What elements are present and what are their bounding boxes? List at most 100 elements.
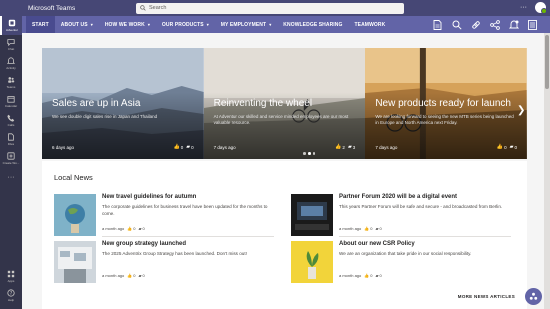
share-icon[interactable] <box>489 19 500 30</box>
slide-description: We see double digit sales rise in Japan … <box>52 114 158 119</box>
scrollbar-thumb[interactable] <box>545 35 549 89</box>
carousel-dot[interactable] <box>303 152 306 155</box>
link-icon[interactable] <box>470 19 481 30</box>
news-title[interactable]: New travel guidelines for autumn <box>102 194 196 200</box>
carousel-next-button[interactable]: ❯ <box>517 105 525 116</box>
slide-date: 7 days ago <box>213 145 236 150</box>
like-count: 0 <box>133 273 136 278</box>
chevron-down-icon: ▾ <box>90 22 93 27</box>
app-title: Microsoft Teams <box>28 4 76 12</box>
org-icon <box>8 19 16 27</box>
rail-label: Teams <box>6 85 16 89</box>
search-placeholder: Search <box>149 5 167 11</box>
rail-item-teams[interactable]: Teams <box>0 73 22 92</box>
main-content: Sales are up in Asia We see double digit… <box>22 33 544 309</box>
document-icon[interactable] <box>432 19 443 30</box>
news-item[interactable]: Partner Forum 2020 will be a digital eve… <box>291 194 511 238</box>
like-icon: 👍 <box>335 144 342 150</box>
rail-item-calls[interactable]: Calls <box>0 111 22 130</box>
nav-item-knowledge-sharing[interactable]: KNOWLEDGE SHARING <box>277 16 348 33</box>
panel-icon[interactable] <box>527 19 538 30</box>
divider <box>339 236 511 237</box>
slide-stats: 👍 2 ▰ 3 <box>332 144 355 150</box>
slide-stats: 👍 0 ▰ 0 <box>171 144 194 150</box>
news-meta: a month ago 👍 0 ▰ 0 <box>102 273 145 278</box>
nav-item-our-products[interactable]: OUR PRODUCTS ▾ <box>156 16 215 33</box>
create-icon <box>7 152 15 160</box>
comment-count: 0 <box>191 144 194 150</box>
bot-icon <box>529 292 538 300</box>
avatar[interactable] <box>535 2 547 14</box>
chevron-down-icon: ▾ <box>147 22 150 27</box>
rail-item-activity[interactable]: Activity <box>0 54 22 73</box>
news-description: The 2025 Adventrix Group Strategy has be… <box>102 251 247 256</box>
like-icon: 👍 <box>364 226 370 231</box>
news-meta: a month ago 👍 0 ▰ 0 <box>339 273 382 278</box>
help-icon: ? <box>7 289 15 297</box>
comment-icon: ▰ <box>375 226 379 231</box>
news-item[interactable]: New travel guidelines for autumn The cor… <box>54 194 274 238</box>
nav-label: KNOWLEDGE SHARING <box>283 21 343 28</box>
news-meta: a month ago 👍 0 ▰ 0 <box>339 226 382 231</box>
search-input[interactable]: Search <box>136 2 404 14</box>
rail-item-help[interactable]: ? Help <box>0 286 22 305</box>
news-title[interactable]: New group strategy launched <box>102 241 186 247</box>
app-rail: Adventur Chat Activity Teams Calendar Ca… <box>0 16 22 309</box>
comment-icon: ▰ <box>375 273 379 278</box>
comment-icon: ▰ <box>186 144 191 150</box>
news-item[interactable]: About our new CSR Policy We are an organ… <box>291 241 511 285</box>
nav-item-start[interactable]: START <box>26 16 55 33</box>
search-icon <box>140 5 146 11</box>
news-date: a month ago <box>339 273 362 278</box>
nav-item-teamwork[interactable]: TEAMWORK <box>349 16 392 33</box>
comment-icon: ▰ <box>347 144 352 150</box>
rail-item-files[interactable]: Files <box>0 130 22 149</box>
chat-bot-button[interactable] <box>525 288 542 305</box>
news-title[interactable]: About our new CSR Policy <box>339 241 415 247</box>
rail-item-calendar[interactable]: Calendar <box>0 92 22 111</box>
news-thumbnail-globe <box>54 194 96 236</box>
notification-icon[interactable] <box>508 19 519 30</box>
scrollbar[interactable] <box>544 33 550 309</box>
rail-item-adventur[interactable]: Adventur <box>0 16 22 35</box>
like-count: 0 <box>370 226 373 231</box>
nav-item-my-employment[interactable]: MY EMPLOYMENT ▾ <box>215 16 278 33</box>
carousel-slide[interactable]: New products ready for launch We are loo… <box>365 48 527 159</box>
carousel-dot[interactable] <box>312 152 316 155</box>
comment-count: 0 <box>142 226 145 231</box>
slide-stats: 👍 0 ▰ 0 <box>494 144 517 150</box>
news-date: a month ago <box>102 226 125 231</box>
slide-title: New products ready for launch <box>375 98 511 109</box>
news-description: The corporate guidelines for business tr… <box>102 204 268 216</box>
news-thumbnail-plant <box>291 241 333 283</box>
local-news-section: Local News New travel guidelines for aut… <box>42 161 527 309</box>
more-options-button[interactable]: ··· <box>520 4 527 11</box>
like-icon: 👍 <box>364 273 370 278</box>
rail-item-apps[interactable]: Apps <box>0 267 22 286</box>
slide-description: We are looking forward to seeing the new… <box>375 114 514 125</box>
news-carousel: Sales are up in Asia We see double digit… <box>42 48 527 159</box>
news-item[interactable]: New group strategy launched The 2025 Adv… <box>54 241 274 285</box>
rail-more-button[interactable]: ··· <box>0 168 22 187</box>
search-icon[interactable] <box>451 19 462 30</box>
rail-item-create[interactable]: Create Wo... <box>0 149 22 168</box>
like-count: 0 <box>180 144 184 150</box>
like-count: 0 <box>133 226 136 231</box>
nav-item-how-we-work[interactable]: HOW WE WORK ▾ <box>99 16 156 33</box>
comment-count: 3 <box>352 144 356 150</box>
news-title[interactable]: Partner Forum 2020 will be a digital eve… <box>339 194 457 200</box>
nav-item-about-us[interactable]: ABOUT US ▾ <box>55 16 99 33</box>
like-count: 0 <box>504 144 507 150</box>
rail-label: Chat <box>7 47 15 51</box>
carousel-slide[interactable]: Sales are up in Asia We see double digit… <box>42 48 204 159</box>
comment-icon: ▰ <box>138 226 142 231</box>
more-news-link[interactable]: MORE NEWS ARTICLES <box>458 294 515 299</box>
file-icon <box>8 133 14 141</box>
carousel-slide[interactable]: Reinventing the wheel At Adventur our sk… <box>203 48 366 159</box>
mega-menu-bar: START ABOUT US ▾ HOW WE WORK ▾ OUR PRODUCT… <box>22 16 550 33</box>
carousel-dot[interactable] <box>308 152 311 155</box>
rail-item-chat[interactable]: Chat <box>0 35 22 54</box>
comment-count: 0 <box>379 226 382 231</box>
calendar-icon <box>7 96 15 103</box>
news-description: We are an organization that take pride i… <box>339 251 472 256</box>
